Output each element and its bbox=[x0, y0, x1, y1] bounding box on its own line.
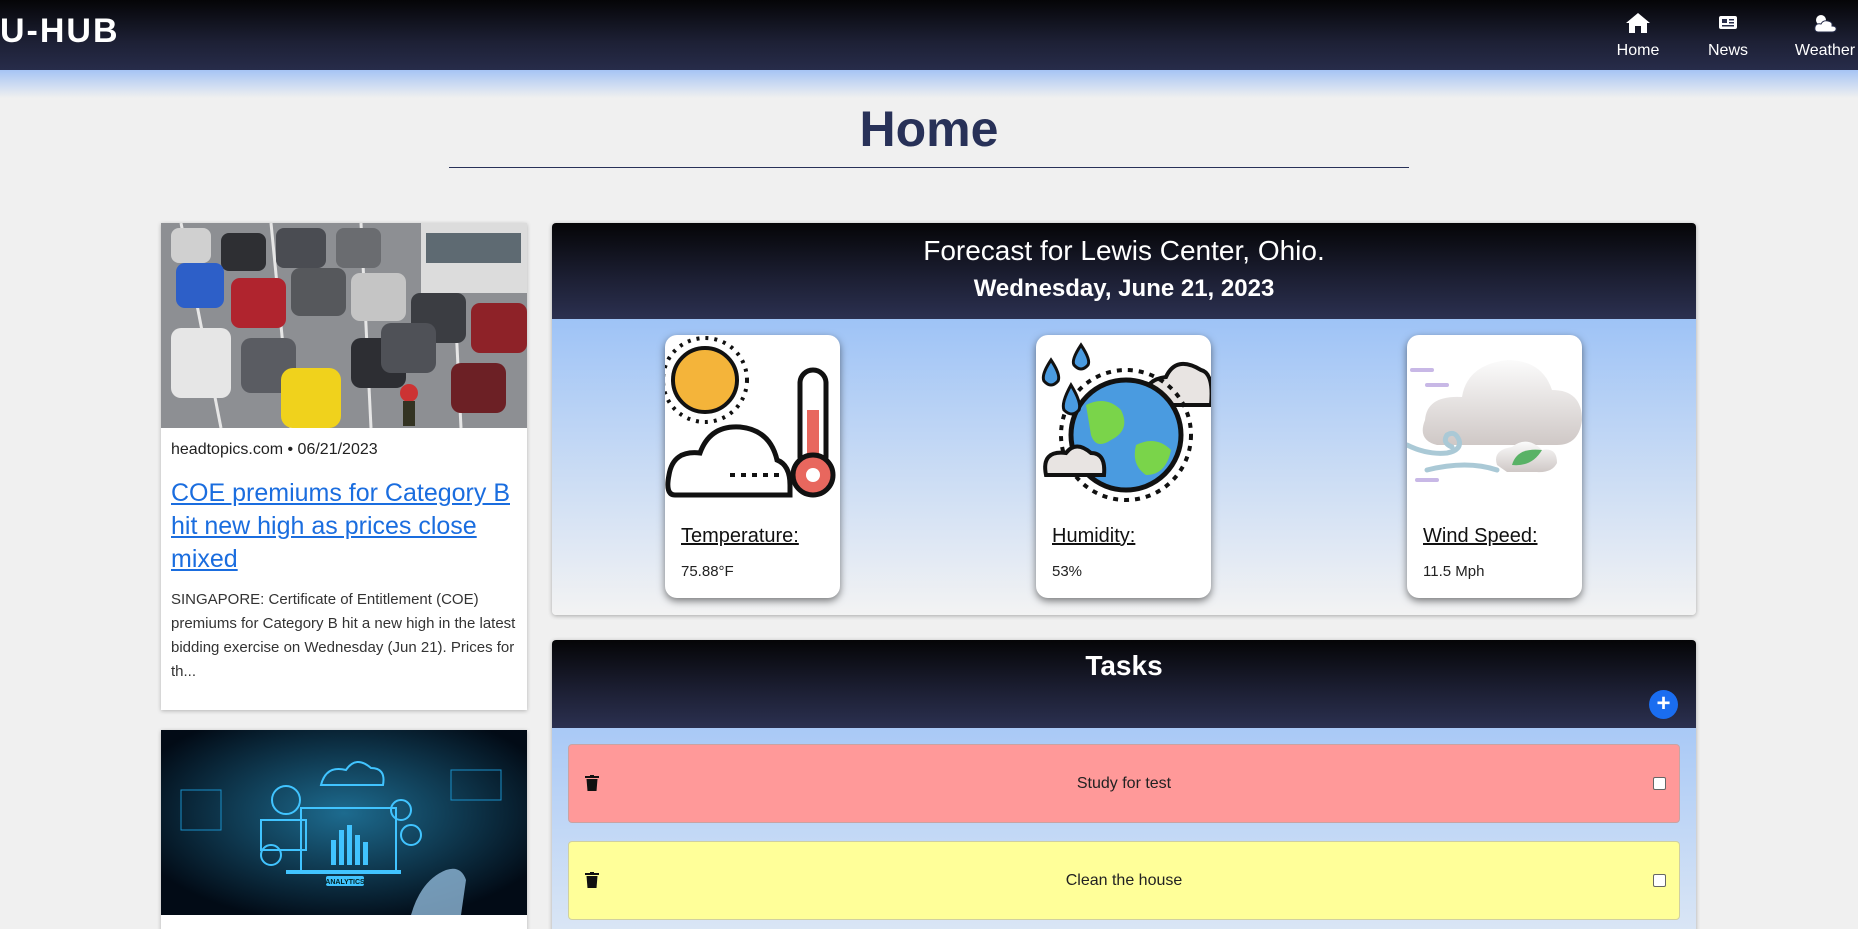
temperature-label: Temperature: bbox=[681, 525, 799, 547]
tasks-header: Tasks + bbox=[552, 640, 1696, 728]
wind-icon bbox=[1407, 360, 1582, 482]
news-source-date: headtopics.com • 06/21/2023 bbox=[171, 441, 378, 458]
weather-header: Forecast for Lewis Center, Ohio. Wednesd… bbox=[552, 223, 1696, 319]
nav-weather-label: Weather bbox=[1794, 42, 1856, 59]
temperature-value: 75.88°F bbox=[681, 563, 734, 580]
title-divider bbox=[449, 167, 1409, 168]
news-image[interactable] bbox=[161, 223, 527, 428]
wind-speed-value: 11.5 Mph bbox=[1423, 563, 1485, 580]
brand-logo[interactable]: U-HUB bbox=[0, 12, 120, 51]
task-checkbox[interactable] bbox=[1653, 874, 1666, 887]
task-text: Clean the house bbox=[1065, 872, 1183, 889]
add-task-button[interactable]: + bbox=[1649, 690, 1678, 719]
weather-panel: Forecast for Lewis Center, Ohio. Wednesd… bbox=[552, 223, 1696, 615]
news-image[interactable]: ANALYTICS bbox=[161, 730, 527, 915]
task-text: Study for test bbox=[1076, 775, 1172, 792]
nav-news[interactable]: News bbox=[1683, 12, 1773, 60]
page-title: Home bbox=[859, 101, 999, 157]
nav-news-label: News bbox=[1707, 42, 1748, 59]
humidity-icon bbox=[1041, 342, 1211, 502]
analytics-label: ANALYTICS bbox=[325, 879, 365, 886]
tasks-panel: Tasks + Study for test Clean the house bbox=[552, 640, 1696, 929]
news-card: ANALYTICS bbox=[161, 730, 527, 929]
news-title-link[interactable]: COE premiums for Category B hit new high… bbox=[161, 459, 527, 576]
news-card: headtopics.com • 06/21/2023 COE premiums… bbox=[161, 223, 527, 710]
tasks-list: Study for test Clean the house bbox=[552, 728, 1696, 929]
cloud-sun-icon bbox=[1780, 12, 1858, 36]
task-item: Study for test bbox=[568, 744, 1680, 823]
news-description: SINGAPORE: Certificate of Entitlement (C… bbox=[171, 591, 516, 680]
nav-home[interactable]: Home bbox=[1593, 12, 1683, 60]
humidity-value: 53% bbox=[1052, 563, 1083, 580]
temperature-card: Temperature: 75.88°F bbox=[665, 335, 840, 598]
temperature-icon bbox=[665, 336, 836, 498]
newspaper-icon bbox=[1683, 12, 1773, 36]
task-item: Clean the house bbox=[568, 841, 1680, 920]
weather-location-title: Forecast for Lewis Center, Ohio. bbox=[923, 235, 1325, 266]
task-checkbox[interactable] bbox=[1653, 777, 1666, 790]
nav-home-label: Home bbox=[1616, 42, 1660, 59]
navbar: U-HUB Home News Weather bbox=[0, 0, 1858, 98]
weather-date: Wednesday, June 21, 2023 bbox=[973, 275, 1275, 302]
wind-speed-card: Wind Speed: 11.5 Mph bbox=[1407, 335, 1582, 598]
wind-speed-label: Wind Speed: bbox=[1423, 525, 1538, 547]
home-icon bbox=[1593, 12, 1683, 36]
weather-body: Temperature: 75.88°F Humidity: 53% Wind … bbox=[552, 319, 1696, 615]
tasks-title: Tasks bbox=[1085, 650, 1163, 681]
nav-weather[interactable]: Weather bbox=[1780, 12, 1858, 60]
humidity-card: Humidity: 53% bbox=[1036, 335, 1211, 598]
humidity-label: Humidity: bbox=[1052, 525, 1136, 547]
